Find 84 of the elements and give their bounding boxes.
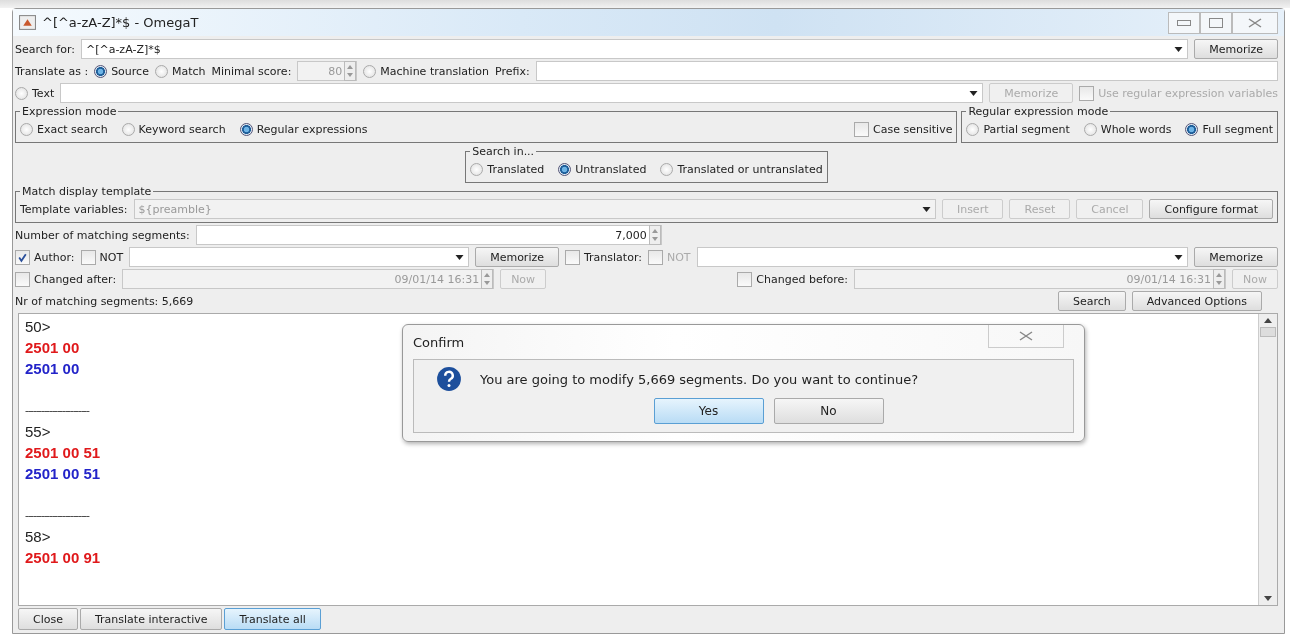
- translator-field[interactable]: [696, 247, 1189, 267]
- close-button[interactable]: [988, 325, 1064, 348]
- changed-before-checkbox[interactable]: Changed before:: [737, 271, 849, 287]
- author-checkbox[interactable]: Author:: [15, 249, 75, 265]
- segment-number: 55>: [25, 422, 51, 442]
- spinner-arrows-icon[interactable]: [1213, 269, 1226, 289]
- search-in-radio[interactable]: Translated or untranslated: [660, 162, 823, 176]
- group-title: Regular expression mode: [967, 105, 1110, 118]
- translate-as-radio[interactable]: Source: [94, 64, 149, 78]
- memorize-button[interactable]: Memorize: [1194, 247, 1278, 267]
- dialog-button[interactable]: No: [773, 398, 884, 424]
- target-text: 2501 00: [25, 359, 80, 379]
- memorize-button[interactable]: Memorize: [475, 247, 559, 267]
- window-title: ^[^a-zA-Z]*$ - OmegaT: [42, 15, 199, 30]
- not-checkbox[interactable]: NOT: [80, 249, 124, 265]
- translate-as-radio[interactable]: Match: [154, 64, 206, 78]
- expression-mode-radio[interactable]: Regular expressions: [239, 122, 368, 136]
- question-icon: [436, 366, 462, 392]
- spinner-arrows-icon[interactable]: [344, 61, 357, 81]
- search-in-radio[interactable]: Translated: [470, 162, 545, 176]
- template-variables-label: Template variables:: [20, 202, 128, 216]
- group-title: Match display template: [21, 185, 153, 198]
- group-title: Expression mode: [21, 105, 118, 118]
- search-label: Search for:: [15, 42, 75, 56]
- source-text: 2501 00 51: [25, 443, 101, 463]
- scroll-up-arrow-icon[interactable]: [1264, 318, 1272, 323]
- action-button[interactable]: Search: [1057, 291, 1126, 311]
- action-button[interactable]: Advanced Options: [1131, 291, 1262, 311]
- minimize-icon: [1177, 19, 1191, 26]
- case-sensitive-checkbox[interactable]: Case sensitive: [854, 121, 953, 137]
- prefix-field[interactable]: [535, 61, 1278, 81]
- dialog-message: You are going to modify 5,669 segments. Do you want to continue?: [480, 371, 919, 387]
- translator-checkbox[interactable]: Translator:: [565, 249, 642, 265]
- group-title: Search in...: [471, 145, 536, 158]
- translate-as-label: Translate as :: [15, 64, 89, 78]
- regex-mode-radio[interactable]: Whole words: [1083, 122, 1172, 136]
- template-button[interactable]: Configure format: [1149, 199, 1273, 219]
- minimize-button[interactable]: [1168, 11, 1200, 34]
- spinner-arrows-icon[interactable]: [481, 269, 494, 289]
- scroll-thumb[interactable]: [1260, 327, 1276, 337]
- spinner-arrows-icon[interactable]: [648, 225, 661, 245]
- source-text: 2501 00: [25, 338, 80, 358]
- dropdown-caret-icon[interactable]: [455, 254, 465, 260]
- segment-number: 58>: [25, 527, 51, 547]
- bottom-button[interactable]: Translate interactive: [79, 608, 223, 630]
- segment-number: 50>: [25, 317, 51, 337]
- dropdown-caret-icon[interactable]: [921, 206, 931, 212]
- text-radio[interactable]: Text: [15, 86, 55, 100]
- close-button[interactable]: [1232, 11, 1278, 34]
- matching-segments-field[interactable]: 7,000: [195, 225, 662, 245]
- dropdown-caret-icon[interactable]: [969, 90, 979, 96]
- dropdown-caret-icon[interactable]: [1174, 46, 1184, 52]
- close-icon: [1019, 331, 1033, 341]
- app-icon: [19, 15, 36, 30]
- status-text: Nr of matching segments: 5,669: [15, 294, 194, 308]
- checkmark-icon: [17, 251, 28, 263]
- search-in-radio[interactable]: Untranslated: [558, 162, 647, 176]
- memorize-button[interactable]: Memorize: [1194, 39, 1278, 59]
- search-field[interactable]: ^[^a-zA-Z]*$: [80, 39, 1189, 59]
- bottom-button[interactable]: Close: [18, 608, 78, 630]
- matching-segments-label: Number of matching segments:: [15, 228, 190, 242]
- author-field[interactable]: [129, 247, 470, 267]
- dialog-title: Confirm: [413, 334, 465, 350]
- dialog-button[interactable]: Yes: [653, 398, 764, 424]
- regex-mode-radio[interactable]: Full segment: [1185, 122, 1273, 136]
- bottom-button[interactable]: Translate all: [224, 608, 321, 630]
- scrollbar[interactable]: [1258, 314, 1277, 605]
- separator-line: ------------------------: [25, 403, 89, 418]
- text-field[interactable]: [60, 83, 984, 103]
- source-text: 2501 00 91: [25, 548, 101, 568]
- machine-translation-radio[interactable]: Machine translation: [363, 64, 490, 78]
- minimal-score-label: Minimal score:: [211, 64, 292, 78]
- regex-mode-radio[interactable]: Partial segment: [966, 122, 1070, 136]
- expression-mode-radio[interactable]: Keyword search: [121, 122, 226, 136]
- close-icon: [1248, 17, 1262, 28]
- prefix-label: Prefix:: [495, 64, 530, 78]
- changed-after-checkbox[interactable]: Changed after:: [15, 271, 117, 287]
- separator-line: ------------------------: [25, 508, 89, 523]
- target-text: 2501 00 51: [25, 464, 101, 484]
- maximize-icon: [1209, 17, 1223, 28]
- expression-mode-radio[interactable]: Exact search: [20, 122, 108, 136]
- maximize-button[interactable]: [1200, 11, 1232, 34]
- scroll-down-arrow-icon[interactable]: [1264, 596, 1272, 601]
- dropdown-caret-icon[interactable]: [1174, 254, 1184, 260]
